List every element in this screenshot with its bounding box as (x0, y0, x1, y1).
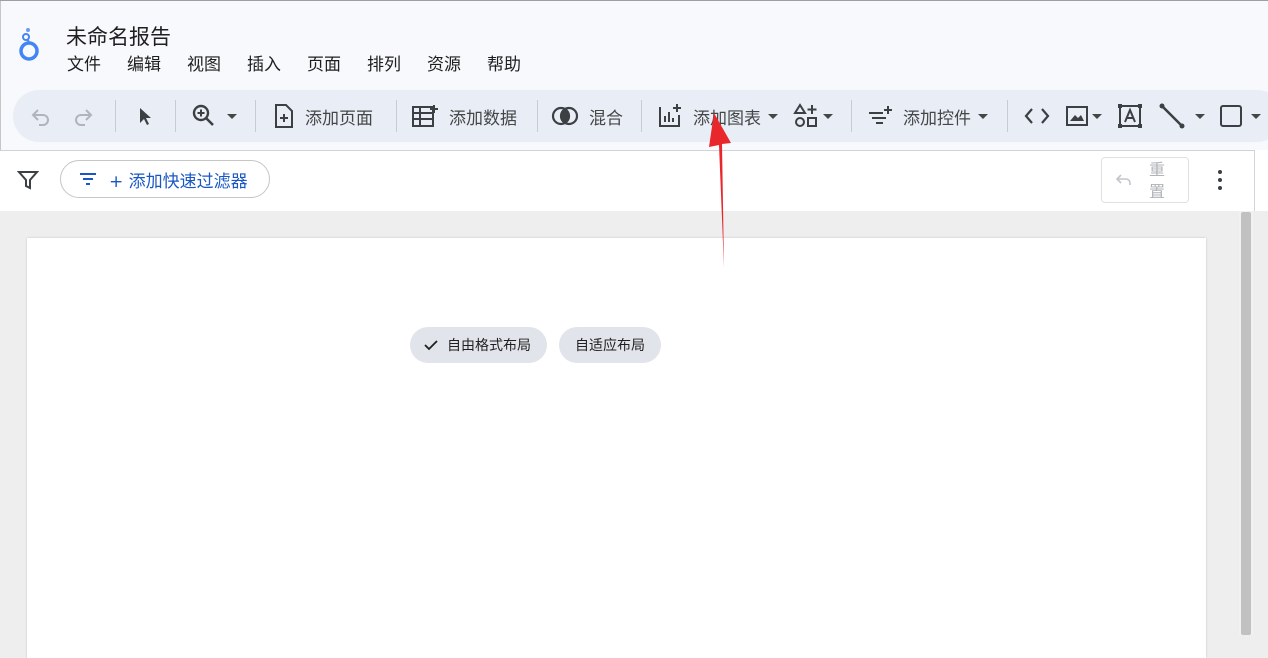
filter-icon[interactable] (17, 169, 39, 191)
freeform-layout-chip[interactable]: 自由格式布局 (410, 327, 547, 363)
add-page-label: 添加页面 (305, 108, 373, 129)
add-control-icon (869, 106, 892, 124)
more-options-icon[interactable] (1210, 167, 1230, 193)
toolbar-divider (396, 100, 397, 132)
select-tool-button[interactable] (135, 90, 155, 142)
cursor-icon (140, 108, 151, 125)
image-button[interactable] (1065, 90, 1102, 142)
report-title[interactable]: 未命名报告 (66, 21, 171, 51)
check-icon (424, 340, 438, 351)
filter-list-icon (80, 173, 96, 185)
chevron-down-icon (768, 113, 778, 119)
toolbar-divider (537, 100, 538, 132)
menu-arrange[interactable]: 排列 (367, 55, 401, 75)
menu-insert[interactable]: 插入 (247, 55, 281, 75)
scrollbar-thumb[interactable] (1241, 212, 1251, 635)
zoom-in-icon (192, 104, 214, 126)
code-icon (1024, 108, 1050, 124)
reset-label: 重置 (1148, 160, 1165, 201)
text-box-icon (1118, 104, 1142, 128)
chevron-down-icon (1195, 113, 1205, 119)
toolbar: 添加页面 添加数据 混合 添加图表 添加控件 (13, 90, 1268, 142)
chevron-down-icon (978, 113, 988, 119)
image-icon (1066, 106, 1088, 126)
menu-edit[interactable]: 编辑 (127, 55, 161, 75)
text-box-button[interactable] (1117, 90, 1143, 142)
shape-button[interactable] (1219, 90, 1261, 142)
blend-icon (551, 106, 579, 126)
add-data-button[interactable]: 添加数据 (411, 90, 517, 142)
filter-bar: + 添加快速过滤器 重置 (0, 150, 1268, 212)
blend-label: 混合 (589, 108, 623, 129)
undo-icon (31, 109, 49, 126)
blend-button[interactable]: 混合 (551, 90, 623, 142)
add-data-label: 添加数据 (449, 108, 517, 129)
toolbar-divider (115, 100, 116, 132)
reset-button[interactable]: 重置 (1101, 157, 1189, 203)
line-button[interactable] (1159, 90, 1205, 142)
responsive-layout-chip[interactable]: 自适应布局 (559, 327, 661, 363)
redo-button[interactable] (71, 90, 95, 142)
add-chart-icon (659, 104, 681, 127)
toolbar-divider (175, 100, 176, 132)
rectangle-icon (1220, 105, 1242, 127)
toolbar-divider (851, 100, 852, 132)
line-icon (1159, 103, 1185, 129)
zoom-button[interactable] (191, 90, 237, 142)
responsive-layout-label: 自适应布局 (575, 338, 645, 354)
toolbar-divider (1007, 100, 1008, 132)
freeform-layout-label: 自由格式布局 (447, 338, 531, 354)
add-quick-filter-button[interactable]: + 添加快速过滤器 (60, 160, 270, 198)
menu-view[interactable]: 视图 (187, 55, 221, 75)
report-canvas-area: 自由格式布局 自适应布局 (0, 211, 1268, 658)
redo-icon (75, 109, 93, 126)
menu-help[interactable]: 帮助 (487, 55, 521, 75)
undo-icon (1116, 174, 1131, 185)
add-chart-button[interactable]: 添加图表 (657, 90, 778, 142)
toolbar-divider (641, 100, 642, 132)
add-chart-label: 添加图表 (693, 108, 761, 129)
undo-button[interactable] (29, 90, 53, 142)
add-control-label: 添加控件 (903, 108, 971, 129)
chevron-down-icon (823, 113, 833, 119)
app-header: 未命名报告 文件 编辑 视图 插入 页面 排列 资源 帮助 添加页面 添加数据 … (0, 1, 1268, 150)
menu-resources[interactable]: 资源 (427, 55, 461, 75)
embed-url-button[interactable] (1023, 90, 1051, 142)
add-control-button[interactable]: 添加控件 (867, 90, 988, 142)
chevron-down-icon (227, 113, 237, 119)
community-viz-button[interactable] (793, 90, 833, 142)
menu-bar: 文件 编辑 视图 插入 页面 排列 资源 帮助 (67, 55, 547, 75)
add-data-icon (412, 105, 438, 127)
toolbar-divider (255, 100, 256, 132)
add-quick-filter-label: + 添加快速过滤器 (109, 171, 248, 192)
menu-file[interactable]: 文件 (67, 55, 101, 75)
looker-studio-logo-icon (19, 28, 39, 61)
report-page[interactable]: 自由格式布局 自适应布局 (27, 238, 1206, 658)
chevron-down-icon (1092, 113, 1102, 119)
add-page-icon (275, 104, 293, 128)
add-page-button[interactable]: 添加页面 (273, 90, 373, 142)
community-visualizations-icon (793, 103, 817, 127)
chevron-down-icon (1251, 113, 1261, 119)
menu-page[interactable]: 页面 (307, 55, 341, 75)
